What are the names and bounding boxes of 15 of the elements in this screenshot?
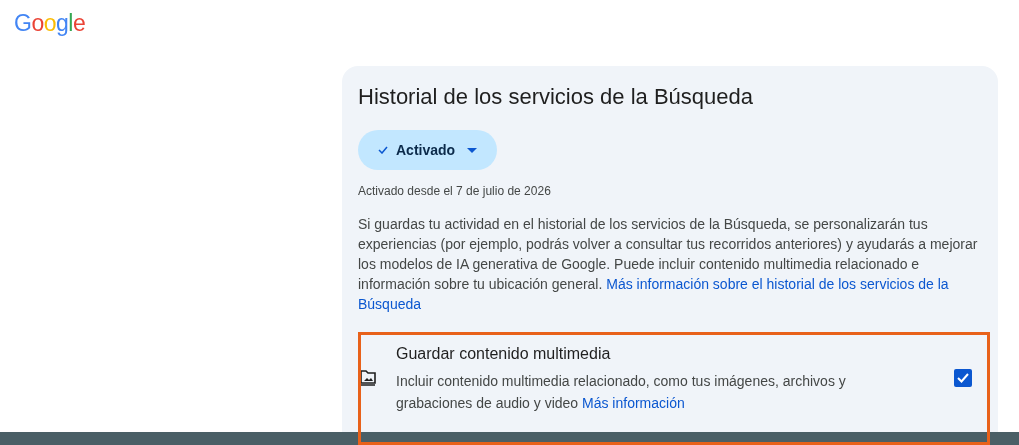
check-icon [957, 373, 969, 383]
section-title: Historial de los servicios de la Búsqueda [358, 83, 754, 111]
status-dropdown[interactable]: Activado [358, 130, 498, 170]
save-media-checkbox[interactable] [954, 369, 972, 387]
media-folder-icon [358, 369, 378, 387]
check-icon [378, 146, 388, 154]
google-logo[interactable]: Google [14, 6, 86, 41]
more-info-link[interactable]: Más información [582, 395, 685, 411]
learn-more-link[interactable]: Más información sobre el historial de los servicios de la [606, 276, 949, 292]
setting-title: Guardar contenido multimedia [396, 344, 612, 364]
setting-description: Incluir contenido multimedia relacionado, como tus imágenes, archivos y grabaciones de audio y video Más información [396, 372, 847, 413]
caret-icon [467, 147, 478, 153]
learn-more-link[interactable]: Búsqueda [358, 296, 422, 312]
description-paragraph: Si guardas tu actividad en el historial de los servicios de la Búsqueda, se personalizarán tus experiencias (por ejemplo, podrás volver a consultar tus recorridos anteriores) y ayudarás a mejorar los modelos de IA generativa de Google. Puede incluir contenido multimedia relacionado e información sobre tu ubicación general. Más información sobre el historial de los servicios de la Búsqueda [358, 215, 979, 314]
activation-date: Activado desde el 7 de julio de 2026 [358, 183, 552, 200]
